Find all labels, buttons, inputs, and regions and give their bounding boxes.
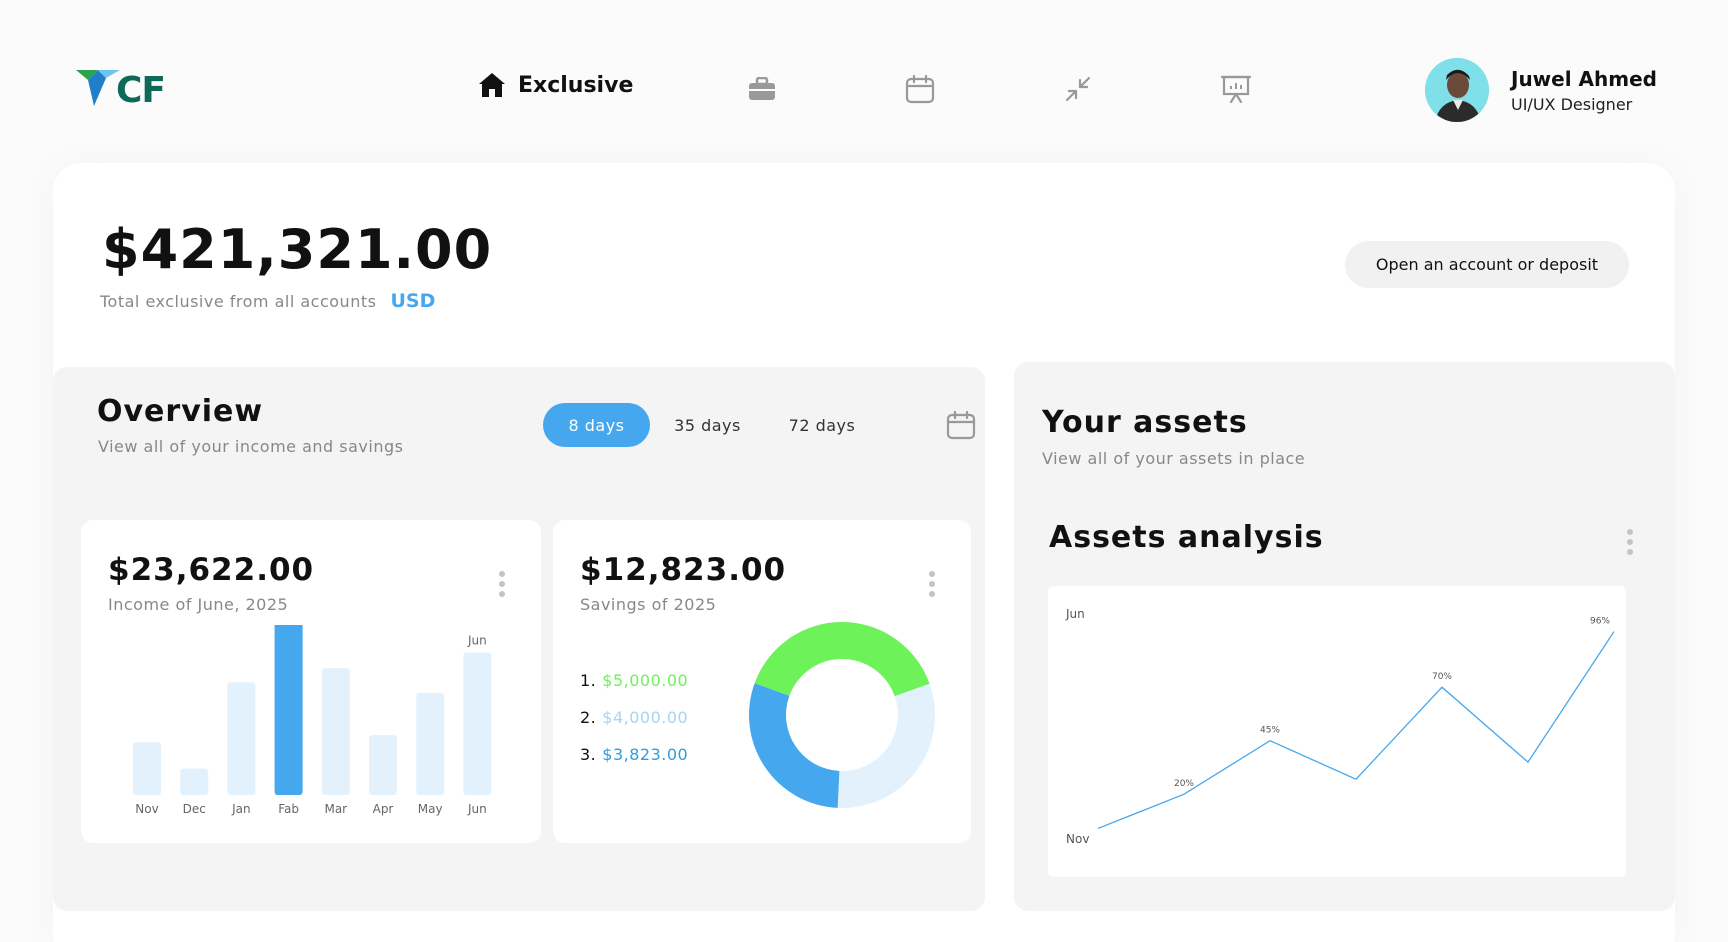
assets-line-chart: 20% 45% 70% 96% Jun Nov	[1065, 607, 1615, 846]
bar-tick-label: Dec	[183, 802, 206, 816]
savings-item-index: 3.	[580, 745, 597, 764]
assets-analysis-title: Assets analysis	[1049, 520, 1324, 555]
bar-tick-label: Apr	[373, 802, 394, 816]
nav-item-calendar[interactable]	[903, 72, 937, 106]
nav-item-home[interactable]: Exclusive	[478, 72, 633, 98]
nav-item-collapse[interactable]	[1061, 72, 1095, 106]
line-point-label: 45%	[1260, 726, 1280, 736]
nav-item-briefcase[interactable]	[745, 72, 779, 106]
bar-jan[interactable]	[227, 682, 256, 795]
open-account-button[interactable]: Open an account or deposit	[1345, 241, 1629, 288]
calendar-icon	[946, 410, 976, 440]
savings-item: 1. $5,000.00	[580, 662, 688, 699]
bar-fab[interactable]	[274, 625, 303, 795]
bar-dec[interactable]	[180, 768, 209, 795]
line-axis-label-bottom: Nov	[1066, 832, 1089, 846]
presentation-icon	[1221, 75, 1251, 104]
savings-caption: Savings of 2025	[580, 595, 717, 614]
line-axis-label-top: Jun	[1065, 607, 1085, 621]
bar-mar[interactable]	[321, 668, 350, 795]
income-more-menu[interactable]	[499, 571, 505, 597]
assets-line-series	[1097, 631, 1615, 830]
briefcase-icon	[749, 77, 775, 100]
bar-jun[interactable]	[463, 652, 492, 795]
profile-name: Juwel Ahmed	[1511, 66, 1657, 91]
donut-slice-2[interactable]	[837, 683, 935, 808]
line-point-label: 70%	[1432, 672, 1452, 682]
donut-slice-1[interactable]	[754, 622, 930, 697]
savings-item-value: $5,000.00	[602, 671, 689, 690]
collapse-icon	[1065, 76, 1091, 102]
savings-item-value: $4,000.00	[602, 708, 689, 727]
nav-home-label: Exclusive	[518, 72, 634, 98]
savings-item: 3. $3,823.00	[580, 736, 688, 773]
bar-annotation: Jun	[467, 633, 487, 647]
savings-item-index: 1.	[580, 671, 597, 690]
avatar[interactable]	[1425, 58, 1489, 122]
savings-list: 1. $5,000.00 2. $4,000.00 3. $3,823.00	[580, 662, 688, 773]
user-avatar-icon	[1425, 58, 1489, 122]
savings-more-menu[interactable]	[929, 571, 935, 597]
overview-title: Overview	[97, 394, 264, 429]
tab-35-days[interactable]: 35 days	[660, 403, 755, 447]
total-balance: $421,321.00	[102, 218, 493, 281]
assets-subtitle: View all of your assets in place	[1042, 449, 1306, 468]
profile-role: UI/UX Designer	[1511, 94, 1633, 114]
bar-tick-label: Nov	[135, 802, 158, 816]
overview-calendar-button[interactable]	[946, 410, 976, 444]
bar-tick-label: Jun	[467, 802, 487, 816]
savings-donut-chart	[749, 622, 935, 808]
home-icon	[479, 73, 505, 97]
overview-subtitle: View all of your income and savings	[98, 437, 404, 456]
bar-tick-label: May	[418, 802, 443, 816]
savings-item: 2. $4,000.00	[580, 699, 688, 736]
assets-more-menu[interactable]	[1627, 529, 1633, 555]
savings-amount: $12,823.00	[580, 552, 787, 588]
savings-item-index: 2.	[580, 708, 597, 727]
tab-72-days[interactable]: 72 days	[776, 403, 868, 447]
line-point-label: 20%	[1174, 779, 1194, 789]
logo-mark-icon	[76, 70, 120, 106]
savings-item-value: $3,823.00	[602, 745, 689, 764]
bar-may[interactable]	[416, 692, 445, 795]
balance-caption: Total exclusive from all accounts	[100, 292, 377, 311]
balance-caption-row: Total exclusive from all accounts USD	[100, 290, 435, 312]
tab-8-days[interactable]: 8 days	[543, 403, 650, 447]
brand-logo[interactable]: CF	[76, 68, 172, 111]
logo-text: CF	[116, 70, 166, 111]
bar-tick-label: Mar	[324, 802, 347, 816]
user-profile[interactable]: Juwel Ahmed UI/UX Designer	[1425, 58, 1657, 122]
bar-nov[interactable]	[133, 742, 161, 795]
profile-text: Juwel Ahmed UI/UX Designer	[1511, 67, 1657, 114]
currency-selector[interactable]: USD	[390, 290, 435, 312]
bar-tick-label: Jan	[231, 802, 251, 816]
calendar-icon	[905, 74, 935, 104]
donut-slice-3[interactable]	[749, 683, 840, 808]
bar-tick-label: Fab	[278, 802, 299, 816]
bar-apr[interactable]	[369, 735, 397, 795]
nav-item-presentation[interactable]	[1219, 72, 1253, 106]
income-caption: Income of June, 2025	[108, 595, 289, 614]
income-amount: $23,622.00	[108, 552, 315, 588]
assets-title: Your assets	[1042, 405, 1248, 440]
income-bar-chart: Nov Dec Jan Fab Mar Apr May Jun Jun	[133, 625, 492, 816]
line-point-label: 96%	[1590, 617, 1610, 627]
